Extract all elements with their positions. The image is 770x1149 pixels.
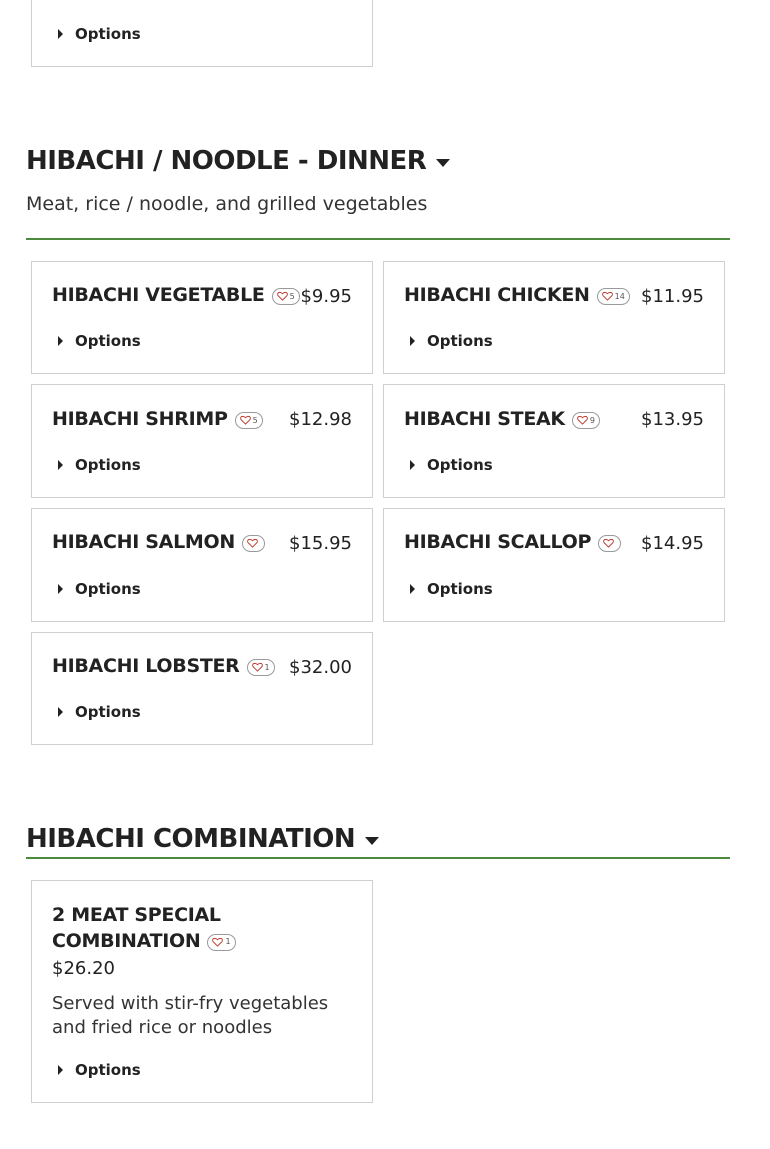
heart-outline-icon — [276, 291, 288, 301]
menu-item-title: HIBACHI LOBSTER 1 — [52, 655, 275, 677]
favorite-button[interactable]: 14 — [596, 287, 630, 305]
section-title-hibachi-combination[interactable]: HIBACHI COMBINATION — [26, 824, 380, 854]
menu-item-name: HIBACHI STEAK — [404, 408, 565, 430]
favorite-button[interactable]: 5 — [271, 287, 300, 305]
options-label: Options — [75, 580, 141, 598]
menu-item-price: $15.95 — [289, 533, 352, 554]
section-divider — [26, 857, 730, 859]
heart-outline-icon — [577, 415, 588, 425]
menu-item-name: HIBACHI CHICKEN — [404, 284, 590, 306]
options-toggle[interactable]: Options — [58, 332, 141, 350]
options-toggle[interactable]: Options — [410, 580, 493, 598]
section-title-hibachi-noodle-dinner[interactable]: HIBACHI / NOODLE - DINNER — [26, 146, 451, 176]
menu-item-title: 2 MEAT SPECIAL COMBINATION 1 — [52, 902, 236, 954]
menu-item-name-row: COMBINATION 1 — [52, 928, 236, 954]
section-divider — [26, 238, 730, 240]
menu-item-name: HIBACHI SCALLOP — [404, 531, 592, 553]
favorite-button[interactable] — [598, 534, 622, 552]
options-label: Options — [75, 703, 141, 721]
options-toggle[interactable]: Options — [58, 456, 141, 474]
favorite-button[interactable] — [241, 534, 265, 552]
menu-item-name: HIBACHI LOBSTER — [52, 655, 240, 677]
menu-item-name: HIBACHI SHRIMP — [52, 408, 228, 430]
favorite-button[interactable]: 1 — [207, 933, 236, 951]
heart-outline-icon — [212, 937, 224, 947]
favorite-count: 5 — [289, 291, 295, 301]
menu-item-name-line1: 2 MEAT SPECIAL — [52, 904, 221, 926]
caret-right-icon — [58, 460, 63, 470]
options-toggle[interactable]: Options — [410, 332, 493, 350]
heart-outline-icon — [251, 662, 263, 672]
favorite-button[interactable]: 5 — [234, 411, 263, 429]
caret-right-icon — [410, 584, 415, 594]
menu-item-name: HIBACHI VEGETABLE — [52, 284, 265, 306]
caret-down-icon — [365, 837, 380, 845]
menu-item-card[interactable]: HIBACHI SHRIMP 5 $12.98 Options — [31, 384, 373, 498]
section-title-text: HIBACHI / NOODLE - DINNER — [26, 146, 427, 176]
options-toggle[interactable]: Options — [58, 580, 141, 598]
menu-item-price: $32.00 — [289, 657, 352, 678]
options-toggle[interactable]: Options — [58, 1061, 141, 1079]
heart-outline-icon — [603, 538, 614, 548]
menu-item-title: HIBACHI VEGETABLE 5 — [52, 284, 300, 306]
menu-item-name-line2: COMBINATION — [52, 930, 201, 952]
menu-item-card[interactable]: HIBACHI VEGETABLE 5 $9.95 Options — [31, 261, 373, 374]
menu-item-price: $26.20 — [52, 958, 115, 979]
menu-item-price: $9.95 — [300, 286, 352, 307]
menu-item-card[interactable]: HIBACHI LOBSTER 1 $32.00 Options — [31, 632, 373, 745]
favorite-count: 9 — [589, 415, 595, 425]
options-label: Options — [75, 1061, 141, 1079]
caret-right-icon — [58, 29, 63, 39]
menu-item-description: Served with stir-fry vegetables and frie… — [52, 993, 329, 1038]
menu-item-card-partial: Options — [31, 0, 373, 67]
section-title-text: HIBACHI COMBINATION — [26, 824, 356, 854]
favorite-count: 14 — [614, 291, 625, 301]
caret-right-icon — [410, 460, 415, 470]
favorite-count: 1 — [264, 662, 270, 672]
heart-outline-icon — [247, 538, 258, 548]
menu-item-title: HIBACHI CHICKEN 14 — [404, 284, 630, 306]
heart-outline-icon — [601, 291, 613, 301]
menu-item-price: $13.95 — [641, 409, 704, 430]
menu-item-card[interactable]: HIBACHI STEAK 9 $13.95 Options — [383, 384, 725, 498]
menu-item-price: $11.95 — [641, 286, 704, 307]
options-label: Options — [427, 332, 493, 350]
caret-right-icon — [58, 336, 63, 346]
options-label: Options — [427, 456, 493, 474]
menu-item-card[interactable]: HIBACHI SALMON $15.95 Options — [31, 508, 373, 622]
menu-item-name: HIBACHI SALMON — [52, 531, 235, 553]
options-label: Options — [427, 580, 493, 598]
menu-item-title: HIBACHI SHRIMP 5 — [52, 408, 263, 430]
options-toggle[interactable]: Options — [410, 456, 493, 474]
menu-item-price: $14.95 — [641, 533, 704, 554]
favorite-count: 5 — [252, 415, 258, 425]
heart-outline-icon — [239, 415, 251, 425]
options-label: Options — [75, 332, 141, 350]
favorite-button[interactable]: 9 — [571, 411, 600, 429]
options-toggle[interactable]: Options — [58, 25, 141, 43]
caret-right-icon — [58, 707, 63, 717]
menu-item-title: HIBACHI SCALLOP — [404, 531, 622, 553]
menu-item-card[interactable]: HIBACHI SCALLOP $14.95 Options — [383, 508, 725, 622]
menu-item-title: HIBACHI SALMON — [52, 531, 265, 553]
caret-right-icon — [410, 336, 415, 346]
section-description: Meat, rice / noodle, and grilled vegetab… — [26, 193, 428, 215]
menu-item-card[interactable]: HIBACHI CHICKEN 14 $11.95 Options — [383, 261, 725, 374]
menu-item-price: $12.98 — [289, 409, 352, 430]
menu-item-title: HIBACHI STEAK 9 — [404, 408, 600, 430]
favorite-button[interactable]: 1 — [246, 658, 275, 676]
options-label: Options — [75, 25, 141, 43]
options-toggle[interactable]: Options — [58, 703, 141, 721]
favorite-count: 1 — [225, 937, 231, 946]
menu-item-card[interactable]: 2 MEAT SPECIAL COMBINATION 1 $26.20 Serv… — [31, 880, 373, 1103]
options-label: Options — [75, 456, 141, 474]
caret-right-icon — [58, 1065, 63, 1075]
caret-down-icon — [436, 159, 451, 167]
caret-right-icon — [58, 584, 63, 594]
